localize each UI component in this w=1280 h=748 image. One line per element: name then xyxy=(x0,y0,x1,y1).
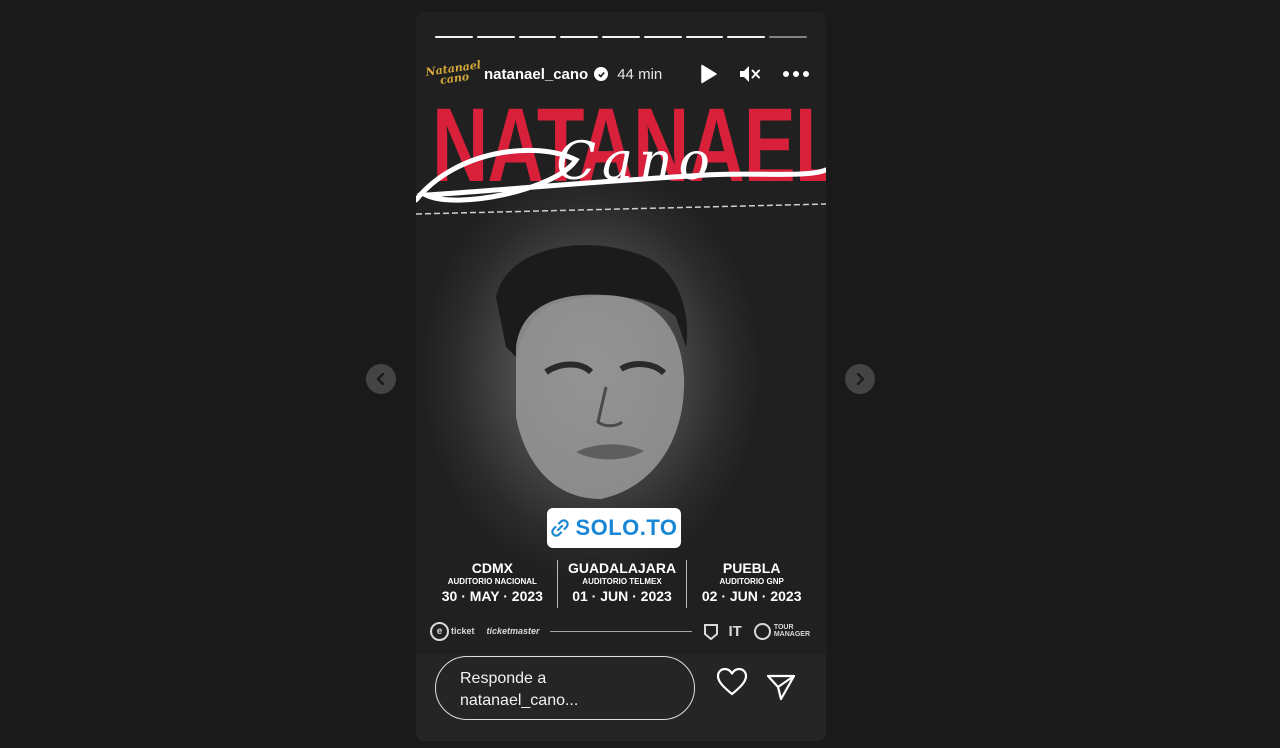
next-story-button[interactable] xyxy=(845,364,875,394)
tour-date-item: GUADALAJARA AUDITORIO TELMEX 01 · JUN · … xyxy=(556,560,687,608)
heart-icon xyxy=(716,667,748,696)
venue-date: 30 · MAY · 2023 xyxy=(441,588,543,604)
mute-button[interactable] xyxy=(738,63,762,85)
progress-segment xyxy=(518,36,557,38)
it-logo: IT xyxy=(728,622,742,640)
progress-segment-current xyxy=(769,36,808,38)
portrait-photo xyxy=(496,245,688,499)
sponsor-logos: e ticket ticketmaster IT TOUR MANAGER xyxy=(430,620,810,642)
play-icon xyxy=(701,64,717,84)
story-card: Natanael cano natanael_cano 44 min NATAN… xyxy=(416,12,826,741)
tour-manager-logo-mark xyxy=(753,622,771,640)
chevron-left-icon xyxy=(376,373,385,385)
venue-crest-icon xyxy=(704,624,719,640)
venue-city: CDMX xyxy=(471,560,513,576)
venue-date: 02 · JUN · 2023 xyxy=(701,588,802,604)
venue-city: GUADALAJARA xyxy=(567,560,677,576)
more-options-icon xyxy=(783,71,809,77)
ticketmaster-logo: ticketmaster xyxy=(486,626,540,636)
venue-city: PUEBLA xyxy=(722,560,781,576)
tour-date-item: CDMX AUDITORIO NACIONAL 30 · MAY · 2023 xyxy=(428,560,557,608)
paper-plane-icon xyxy=(766,674,796,701)
link-sticker-label: SOLO.TO xyxy=(575,515,678,540)
poster-script-word: Cano xyxy=(556,132,716,192)
eticket-logo-mark: e xyxy=(430,621,449,641)
link-sticker[interactable]: SOLO.TO xyxy=(547,508,681,548)
username-link[interactable]: natanael_cano xyxy=(484,66,588,83)
story-viewer: Natanael cano natanael_cano 44 min NATAN… xyxy=(0,0,1280,748)
link-icon xyxy=(551,519,570,537)
reply-input[interactable]: Responde a natanael_cano... xyxy=(435,656,695,720)
reply-placeholder: Responde a xyxy=(460,670,547,687)
eticket-logo: e ticket xyxy=(430,621,475,641)
tour-dates: CDMX AUDITORIO NACIONAL 30 · MAY · 2023 … xyxy=(428,560,816,608)
progress-segment xyxy=(685,36,724,38)
eticket-logo-text: ticket xyxy=(451,626,475,636)
progress-segment xyxy=(643,36,682,38)
chevron-right-icon xyxy=(856,373,865,385)
venue-place: AUDITORIO TELMEX xyxy=(582,577,662,586)
progress-segment xyxy=(727,36,766,38)
venue-date: 01 · JUN · 2023 xyxy=(572,588,672,604)
verified-badge-icon xyxy=(594,67,609,81)
speaker-muted-icon xyxy=(740,66,760,82)
share-button[interactable] xyxy=(766,673,796,701)
more-options-button[interactable] xyxy=(782,63,810,85)
like-button[interactable] xyxy=(716,667,748,697)
story-media[interactable]: Natanael cano natanael_cano 44 min NATAN… xyxy=(416,12,826,654)
reply-placeholder: natanael_cano... xyxy=(460,692,579,709)
play-button[interactable] xyxy=(698,63,720,85)
tour-manager-text: MANAGER xyxy=(773,631,810,638)
venue-place: AUDITORIO GNP xyxy=(719,577,784,586)
progress-segment xyxy=(435,36,473,38)
divider xyxy=(549,630,693,632)
progress-segment xyxy=(602,36,640,38)
tour-manager-text: TOUR xyxy=(773,624,794,631)
venue-place: AUDITORIO NACIONAL xyxy=(447,577,537,586)
previous-story-button[interactable] xyxy=(366,364,396,394)
tour-manager-logo: TOUR MANAGER xyxy=(753,622,810,640)
progress-segment xyxy=(476,36,515,38)
post-time: 44 min xyxy=(617,65,663,83)
progress-segment xyxy=(560,36,599,38)
tour-date-item: PUEBLA AUDITORIO GNP 02 · JUN · 2023 xyxy=(686,560,816,608)
story-progress-bar xyxy=(435,36,808,39)
